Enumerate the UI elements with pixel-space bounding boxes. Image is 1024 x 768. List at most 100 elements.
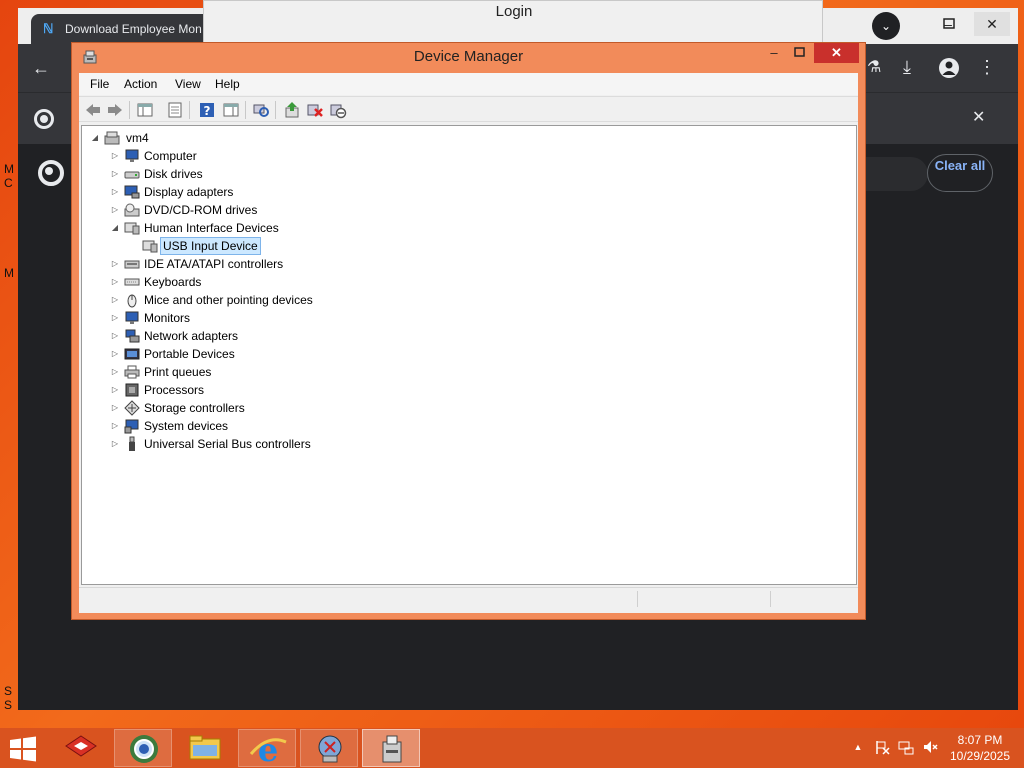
monitor-icon (124, 310, 140, 326)
clear-all-button[interactable]: Clear all (927, 154, 993, 192)
expand-arrow-icon[interactable]: ▷ (110, 183, 120, 201)
tab-title: Download Employee Mon (65, 22, 202, 36)
device-manager-client-area: File Action View Help ? ◢ vm4 ▷ Computer… (79, 73, 858, 613)
portable-device-icon (124, 346, 140, 362)
help-icon[interactable]: ? (198, 101, 216, 119)
expand-arrow-icon[interactable]: ▷ (110, 291, 120, 309)
expand-arrow-icon[interactable]: ▷ (110, 363, 120, 381)
minimize-button[interactable]: – (764, 43, 784, 63)
tree-item-label: Computer (144, 149, 197, 163)
menu-view[interactable]: View (175, 76, 201, 92)
collapse-arrow-icon[interactable]: ◢ (110, 219, 120, 237)
expand-arrow-icon[interactable]: ▷ (110, 345, 120, 363)
device-tree[interactable]: ◢ vm4 ▷ Computer ▷ Disk drives ▷ Display… (81, 125, 857, 585)
tree-item-label: Portable Devices (144, 347, 235, 361)
offscreen-text-fragment: M (4, 266, 14, 280)
processor-icon (124, 382, 140, 398)
tree-item-label: Universal Serial Bus controllers (144, 437, 311, 451)
close-icon[interactable]: ✕ (972, 109, 985, 127)
expand-arrow-icon[interactable]: ▷ (110, 327, 120, 345)
chrome-app-icon[interactable] (114, 729, 172, 767)
svg-text:?: ? (204, 104, 211, 118)
back-icon[interactable] (84, 101, 102, 119)
expand-arrow-icon[interactable]: ▷ (110, 165, 120, 183)
labs-flask-icon[interactable]: ⚗ (867, 59, 881, 77)
hid-icon (124, 220, 140, 236)
clock-time: 8:07 PM (957, 733, 1003, 747)
offscreen-text-fragment: S (4, 698, 13, 712)
status-bar-divider (637, 591, 638, 607)
more-menu-icon[interactable]: ⋮ (978, 58, 996, 76)
toolbar-separator (245, 101, 246, 119)
expand-arrow-icon[interactable]: ▷ (110, 417, 120, 435)
maximize-button[interactable] (790, 43, 810, 63)
internet-explorer-icon[interactable]: e (238, 729, 296, 768)
tree-item-label: Display adapters (144, 185, 234, 199)
uninstall-icon[interactable] (306, 101, 324, 119)
volume-muted-icon[interactable] (922, 739, 938, 755)
update-driver-icon[interactable] (283, 101, 301, 119)
expand-arrow-icon[interactable]: ▷ (110, 147, 120, 165)
network-adapter-icon (124, 328, 140, 344)
tab-search-chevron-down-icon[interactable]: ⌄ (872, 12, 900, 40)
expand-arrow-icon[interactable]: ▷ (110, 435, 120, 453)
system-device-icon (124, 418, 140, 434)
menu-help[interactable]: Help (215, 76, 240, 92)
tree-item-label: DVD/CD-ROM drives (144, 203, 258, 217)
device-manager-title: Device Manager (413, 48, 524, 65)
action-pane-icon[interactable] (222, 101, 240, 119)
disable-icon[interactable] (329, 101, 347, 119)
collapse-arrow-icon[interactable]: ◢ (90, 129, 100, 147)
properties-icon[interactable] (166, 101, 184, 119)
keyboard-icon (124, 274, 140, 290)
network-status-icon[interactable] (898, 739, 914, 755)
menu-file[interactable]: File (90, 76, 109, 92)
expand-arrow-icon[interactable]: ▷ (110, 381, 120, 399)
tree-item-label: Mice and other pointing devices (144, 293, 313, 307)
expand-arrow-icon[interactable]: ▷ (110, 309, 120, 327)
chrome-logo-icon (34, 109, 54, 129)
disk-drive-icon (124, 166, 140, 182)
windows-start-icon[interactable] (8, 736, 38, 762)
storage-controller-icon (124, 400, 140, 416)
usb-input-device-icon (142, 238, 158, 254)
system-clock[interactable]: 8:07 PM 10/29/2025 (944, 732, 1016, 764)
tree-item-label: Human Interface Devices (144, 221, 279, 235)
printer-icon (124, 364, 140, 380)
tree-item-label: Storage controllers (144, 401, 245, 415)
file-explorer-icon[interactable] (176, 729, 234, 767)
back-arrow-icon[interactable]: ← (32, 59, 50, 77)
tree-item-label: Network adapters (144, 329, 239, 343)
scan-hardware-icon[interactable] (252, 101, 270, 119)
expand-arrow-icon[interactable]: ▷ (110, 201, 120, 219)
show-hide-tree-icon[interactable] (136, 101, 154, 119)
show-hidden-icons-chevron-up-icon[interactable]: ▲ (850, 739, 866, 755)
device-manager-titlebar[interactable]: Device Manager – ✕ (72, 43, 865, 71)
device-manager-window: Device Manager – ✕ File Action View Help (71, 42, 866, 620)
network-globe-icon[interactable] (300, 729, 358, 767)
tree-item-label: Processors (144, 383, 205, 397)
device-manager-red-icon[interactable] (52, 729, 110, 767)
close-button[interactable]: ✕ (814, 43, 859, 63)
chrome-close-button[interactable]: ✕ (974, 12, 1010, 36)
computer-icon (104, 130, 120, 146)
offscreen-text-fragment: M (4, 162, 14, 176)
clock-date: 10/29/2025 (949, 749, 1011, 763)
expand-arrow-icon[interactable]: ▷ (110, 255, 120, 273)
tree-item-label: USB Input Device (160, 237, 261, 255)
menu-action[interactable]: Action (124, 76, 157, 92)
expand-arrow-icon[interactable]: ▷ (110, 399, 120, 417)
profile-avatar-icon[interactable] (939, 58, 959, 78)
toolbar-separator (189, 101, 190, 119)
expand-arrow-icon[interactable]: ▷ (110, 273, 120, 291)
browser-tab[interactable]: ℕ Download Employee Mon (31, 14, 221, 44)
action-center-flag-icon[interactable] (874, 739, 890, 755)
device-manager-active-icon[interactable] (362, 729, 420, 767)
toolbar-separator (129, 101, 130, 119)
download-icon[interactable]: ⤓ (903, 58, 911, 76)
status-bar (79, 587, 858, 609)
forward-icon[interactable] (106, 101, 124, 119)
tree-item-label: Keyboards (144, 275, 202, 289)
chrome-maximize-button[interactable] (936, 12, 962, 36)
toolbar: ? (79, 96, 858, 122)
